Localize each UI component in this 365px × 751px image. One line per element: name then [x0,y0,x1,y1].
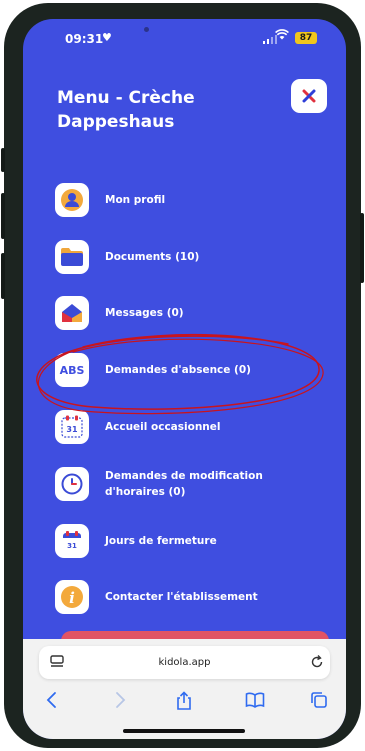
menu-item-label: Mon profil [105,194,166,206]
menu-item-profile[interactable]: Mon profil [55,183,285,217]
menu-item-contact[interactable]: i Contacter l'établissement [55,580,285,614]
phone-volume-up [1,193,5,239]
info-icon: i [55,580,89,614]
calendar-closed-icon: 31 [55,524,89,558]
phone-mute-switch [1,148,5,172]
menu-item-documents[interactable]: Documents (10) [55,240,285,274]
screen: 09:31 ♥ 87 Menu - Crèche Dappeshaus Mon … [23,19,346,739]
url-text: kidola.app [158,657,211,668]
status-bar: 09:31 ♥ 87 [23,19,346,55]
browser-nav-bar [23,691,346,715]
page-title: Menu - Crèche Dappeshaus [57,88,195,132]
tabs-icon[interactable] [310,691,328,713]
profile-icon [55,183,89,217]
folder-icon [55,240,89,274]
wifi-icon [275,29,289,44]
browser-toolbar: kidola.app [23,639,346,739]
bookmarks-icon[interactable] [245,691,265,713]
info-icon-glyph: i [69,589,75,607]
forward-icon[interactable] [113,691,127,713]
status-time: 09:31 [65,32,104,46]
phone-frame: 09:31 ♥ 87 Menu - Crèche Dappeshaus Mon … [1,3,364,748]
menu-item-label: Documents (10) [105,251,200,263]
menu-item-closing-days[interactable]: 31 Jours de fermeture [55,524,285,558]
home-indicator[interactable] [123,729,245,733]
reload-icon[interactable] [309,654,325,674]
clock-icon [55,467,89,501]
highlight-annotation [36,333,324,415]
back-icon[interactable] [45,691,59,713]
menu-item-schedule-change[interactable]: Demandes de modification d'horaires (0) [55,467,285,501]
share-icon[interactable] [176,691,192,715]
phone-volume-down [1,253,5,299]
menu-item-label: Jours de fermeture [105,535,217,547]
close-icon [302,89,316,103]
menu-item-label: Contacter l'établissement [105,591,258,603]
phone-power-button [360,213,364,283]
heart-icon: ♥ [102,31,112,44]
close-button[interactable] [291,79,327,113]
address-bar[interactable]: kidola.app [39,646,330,679]
battery-indicator: 87 [295,32,317,44]
closing-calendar-day: 31 [67,542,77,550]
front-camera [144,27,149,32]
menu-item-label: Demandes de modification d'horaires (0) [105,470,263,498]
